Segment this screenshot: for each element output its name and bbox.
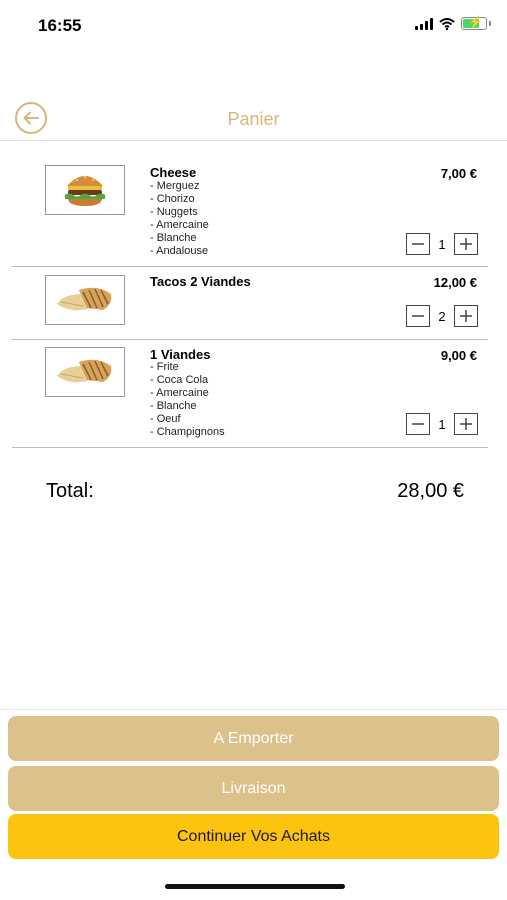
total-row: Total: 28,00 € [46, 480, 464, 503]
item-name: Tacos 2 Viandes [150, 274, 251, 289]
item-option: - Frite [150, 361, 179, 373]
tacos-icon [45, 275, 125, 325]
plus-icon [460, 310, 472, 322]
item-price: 9,00 € [440, 348, 477, 363]
battery-charging-icon: ⚡ [461, 15, 491, 30]
home-indicator [165, 884, 345, 889]
item-option: - Oeuf [150, 413, 181, 425]
delivery-button[interactable]: Livraison [8, 766, 499, 811]
minus-icon [412, 423, 424, 425]
item-price: 7,00 € [440, 166, 477, 181]
takeaway-button[interactable]: A Emporter [8, 716, 499, 761]
increase-quantity-button[interactable] [454, 305, 478, 327]
item-option: - Blanche [150, 400, 197, 412]
quantity-stepper: 1 [406, 233, 478, 255]
cart-item: Tacos 2 Viandes 12,00 € 2 [12, 267, 488, 340]
decrease-quantity-button[interactable] [406, 233, 430, 255]
cart-item: 1 Viandes - Frite - Coca Cola - Amercain… [12, 340, 488, 448]
decrease-quantity-button[interactable] [406, 305, 430, 327]
increase-quantity-button[interactable] [454, 233, 478, 255]
item-option: - Andalouse [150, 245, 209, 257]
quantity-stepper: 1 [406, 413, 478, 435]
status-icons: ⚡ [415, 15, 491, 30]
minus-icon [412, 315, 424, 317]
decrease-quantity-button[interactable] [406, 413, 430, 435]
item-option: - Coca Cola [150, 374, 209, 386]
item-option: - Merguez [150, 180, 200, 192]
quantity-value: 1 [438, 236, 446, 252]
total-label: Total: [46, 480, 94, 502]
quantity-stepper: 2 [406, 305, 478, 327]
item-name: 1 Viandes [150, 347, 211, 362]
item-name: Cheese [150, 165, 197, 180]
item-option: - Chorizo [150, 193, 195, 205]
item-option: - Champignons [150, 426, 225, 438]
wifi-icon [439, 17, 455, 30]
quantity-value: 1 [438, 416, 446, 432]
page-title: Panier [227, 109, 280, 129]
cart-item: Cheese - Merguez - Chorizo - Nuggets - A… [12, 152, 488, 267]
minus-icon [412, 243, 424, 245]
divider [0, 709, 507, 710]
item-option: - Amercaine [150, 219, 209, 231]
tacos-icon [45, 347, 125, 397]
cellular-signal-icon [415, 17, 433, 30]
item-option: - Amercaine [150, 387, 209, 399]
item-options: - Merguez - Chorizo - Nuggets - Amercain… [150, 180, 209, 258]
plus-icon [460, 238, 472, 250]
total-value: 28,00 € [397, 480, 464, 502]
item-price: 12,00 € [433, 275, 477, 290]
item-options: - Frite - Coca Cola - Amercaine - Blanch… [150, 361, 225, 439]
nav-bar: Panier [0, 95, 507, 141]
increase-quantity-button[interactable] [454, 413, 478, 435]
status-time: 16:55 [38, 16, 82, 35]
quantity-value: 2 [438, 308, 446, 324]
burger-icon [45, 165, 125, 215]
item-option: - Nuggets [150, 206, 198, 218]
status-bar: 16:55 ⚡ [0, 0, 507, 50]
plus-icon [460, 418, 472, 430]
continue-shopping-button[interactable]: Continuer Vos Achats [8, 814, 499, 859]
item-option: - Blanche [150, 232, 197, 244]
